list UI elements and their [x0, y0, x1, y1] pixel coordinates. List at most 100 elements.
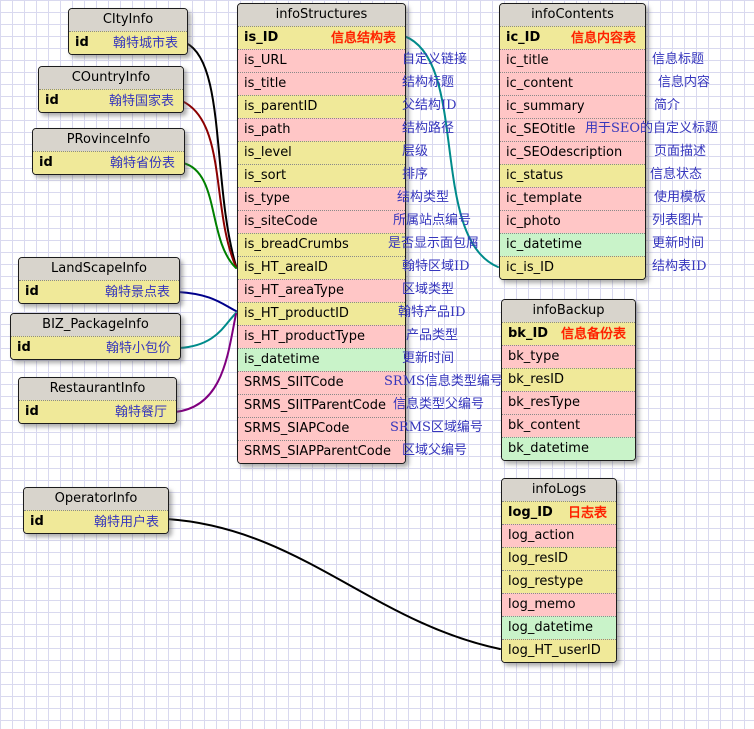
table-infoLogs[interactable]: infoLogslog_ID日志表log_actionlog_resIDlog_… [501, 478, 617, 663]
field-name: ic_is_ID [506, 260, 554, 275]
field-row-id[interactable]: id翰特餐厅 [19, 400, 176, 423]
field-name: log_HT_userID [508, 643, 601, 658]
field-row-ic_title[interactable]: ic_title [500, 49, 645, 72]
field-row-is_HT_productType[interactable]: is_HT_productType [238, 325, 405, 348]
field-name: bk_type [508, 349, 559, 364]
field-row-is_level[interactable]: is_level [238, 141, 405, 164]
field-row-ic_status[interactable]: ic_status [500, 164, 645, 187]
field-row-log_memo[interactable]: log_memo [502, 593, 616, 616]
field-name: id [30, 514, 44, 529]
field-row-id[interactable]: id翰特城市表 [69, 31, 187, 54]
relation-COuntryInfo.id-to-infoStructures.is_HT_areaID [182, 101, 236, 267]
field-row-is_siteCode[interactable]: is_siteCode [238, 210, 405, 233]
field-row-SRMS_SIITParentCode[interactable]: SRMS_SIITParentCode [238, 394, 405, 417]
field-row-ic_summary[interactable]: ic_summary [500, 95, 645, 118]
table-OperatorInfo[interactable]: OperatorInfoid翰特用户表 [23, 487, 169, 534]
field-row-log_ID[interactable]: log_ID日志表 [502, 501, 616, 524]
field-note: 信息内容表 [571, 28, 636, 49]
table-infoContents[interactable]: infoContentsic_ID信息内容表ic_titleic_content… [499, 3, 646, 280]
field-row-is_HT_areaID[interactable]: is_HT_areaID [238, 256, 405, 279]
field-name: log_action [508, 528, 574, 543]
field-row-ic_SEOdescription[interactable]: ic_SEOdescription [500, 141, 645, 164]
field-note: 结构标题 [402, 75, 454, 90]
field-row-log_action[interactable]: log_action [502, 524, 616, 547]
field-row-bk_datetime[interactable]: bk_datetime [502, 437, 635, 460]
field-row-is_sort[interactable]: is_sort [238, 164, 405, 187]
field-name: is_title [244, 76, 286, 91]
field-note: 信息结构表 [331, 28, 396, 49]
field-note: 列表图片 [652, 213, 704, 228]
field-row-log_resID[interactable]: log_resID [502, 547, 616, 570]
field-note: 自定义链接 [402, 52, 467, 67]
table-infoBackup[interactable]: infoBackupbk_ID信息备份表bk_typebk_resIDbk_re… [501, 299, 636, 461]
field-note: 父结构ID [402, 98, 457, 113]
field-note: 翰特省份表 [110, 153, 175, 174]
field-row-log_HT_userID[interactable]: log_HT_userID [502, 639, 616, 662]
field-row-bk_resID[interactable]: bk_resID [502, 368, 635, 391]
table-PRovinceInfo[interactable]: PRovinceInfoid翰特省份表 [32, 128, 185, 175]
field-row-id[interactable]: id 翰特省份表 [33, 151, 184, 174]
field-name: log_datetime [508, 620, 593, 635]
field-row-is_HT_productID[interactable]: is_HT_productID [238, 302, 405, 325]
field-note: 产品类型 [406, 328, 458, 343]
field-row-ic_template[interactable]: ic_template [500, 187, 645, 210]
field-row-log_datetime[interactable]: log_datetime [502, 616, 616, 639]
field-note: 翰特国家表 [109, 91, 174, 112]
relation-CItyInfo.id-to-infoStructures.is_HT_areaID [186, 43, 236, 266]
field-row-is_parentID[interactable]: is_parentID [238, 95, 405, 118]
field-row-ic_photo[interactable]: ic_photo [500, 210, 645, 233]
field-name: id [25, 284, 39, 299]
field-row-ic_ID[interactable]: ic_ID信息内容表 [500, 26, 645, 49]
field-name: is_type [244, 191, 290, 206]
field-row-SRMS_SIAPCode[interactable]: SRMS_SIAPCode [238, 417, 405, 440]
field-row-is_title[interactable]: is_title [238, 72, 405, 95]
field-row-bk_type[interactable]: bk_type [502, 345, 635, 368]
field-row-is_path[interactable]: is_path [238, 118, 405, 141]
table-title-infoStructures: infoStructures [238, 4, 405, 26]
field-row-id[interactable]: id翰特国家表 [39, 89, 183, 112]
field-note: 页面描述 [654, 144, 706, 159]
field-row-is_type[interactable]: is_type [238, 187, 405, 210]
table-infoStructures[interactable]: infoStructuresis_ID信息结构表is_URL is_titleis… [237, 3, 406, 464]
field-row-bk_ID[interactable]: bk_ID信息备份表 [502, 322, 635, 345]
table-title-infoContents: infoContents [500, 4, 645, 26]
field-name: is_siteCode [244, 214, 318, 229]
field-name: id [17, 340, 31, 355]
field-note: 用于SEO的自定义标题 [585, 121, 718, 136]
field-row-bk_resType[interactable]: bk_resType [502, 391, 635, 414]
relation-RestaurantInfo.id-to-infoStructures.is_HT_productID [175, 314, 236, 412]
field-row-is_breadCrumbs[interactable]: is_breadCrumbs [238, 233, 405, 256]
field-name: log_resID [508, 551, 568, 566]
field-name: ic_SEOdescription [506, 145, 622, 160]
table-LandScapeInfo[interactable]: LandScapeInfoid翰特景点表 [18, 257, 180, 304]
field-row-log_restype[interactable]: log_restype [502, 570, 616, 593]
table-RestaurantInfo[interactable]: RestaurantInfoid翰特餐厅 [18, 377, 177, 424]
field-name: SRMS_SIAPCode [244, 421, 349, 436]
field-row-is_HT_areaType[interactable]: is_HT_areaType [238, 279, 405, 302]
field-name: is_parentID [244, 99, 317, 114]
field-note: 区域父编号 [402, 443, 467, 458]
field-row-id[interactable]: id翰特用户表 [24, 510, 168, 533]
table-COuntryInfo[interactable]: COuntryInfoid翰特国家表 [38, 66, 184, 113]
field-row-is_URL[interactable]: is_URL [238, 49, 405, 72]
field-note: 更新时间 [652, 236, 704, 251]
field-row-bk_content[interactable]: bk_content [502, 414, 635, 437]
field-note: 翰特区域ID [402, 259, 470, 274]
field-row-is_datetime[interactable]: is_datetime [238, 348, 405, 371]
table-BIZ_PackageInfo[interactable]: BIZ_PackageInfoid翰特小包价 [10, 313, 181, 360]
field-row-ic_content[interactable]: ic_content [500, 72, 645, 95]
field-note: 简介 [654, 98, 680, 113]
field-row-id[interactable]: id翰特小包价 [11, 336, 180, 359]
field-row-ic_is_ID[interactable]: ic_is_ID [500, 256, 645, 279]
field-row-id[interactable]: id翰特景点表 [19, 280, 179, 303]
field-name: id [25, 404, 39, 419]
field-name: id [39, 155, 53, 170]
field-row-ic_datetime[interactable]: ic_datetime [500, 233, 645, 256]
field-note: 层级 [402, 144, 428, 159]
field-row-SRMS_SIITCode[interactable]: SRMS_SIITCode [238, 371, 405, 394]
field-name: is_HT_areaType [244, 283, 344, 298]
field-row-is_ID[interactable]: is_ID信息结构表 [238, 26, 405, 49]
field-row-SRMS_SIAPParentCode[interactable]: SRMS_SIAPParentCode [238, 440, 405, 463]
field-name: log_ID [508, 505, 553, 520]
table-CItyInfo[interactable]: CItyInfoid翰特城市表 [68, 8, 188, 55]
